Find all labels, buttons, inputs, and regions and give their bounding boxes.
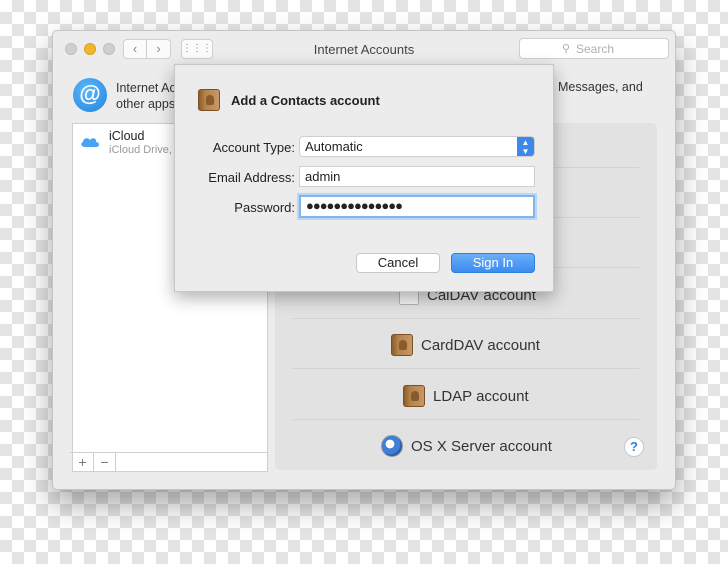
contacts-book-icon: [403, 385, 425, 407]
provider-osx-server[interactable]: OS X Server account: [275, 426, 657, 466]
search-icon: ⚲: [562, 43, 571, 55]
divider: [293, 419, 639, 420]
sheet-title: Add a Contacts account: [231, 93, 380, 108]
account-type-select[interactable]: Automatic ▲ ▼: [299, 136, 535, 157]
add-account-button[interactable]: +: [72, 453, 94, 472]
provider-carddav[interactable]: CardDAV account: [275, 325, 657, 365]
provider-ldap[interactable]: LDAP account: [275, 376, 657, 416]
provider-label: OS X Server account: [411, 437, 552, 455]
contacts-book-icon: [198, 89, 220, 111]
pane-description-line2: other apps: [116, 97, 176, 111]
email-field[interactable]: admin: [299, 166, 535, 187]
server-icon: [381, 435, 403, 457]
chevron-updown-icon: ▲ ▼: [517, 137, 534, 156]
search-field[interactable]: ⚲ Search: [519, 38, 669, 59]
account-name: iCloud: [109, 129, 145, 143]
pane-description-right: Messages, and: [558, 80, 643, 94]
password-field[interactable]: ●●●●●●●●●●●●●●: [299, 195, 535, 218]
cancel-button[interactable]: Cancel: [356, 253, 440, 273]
pane-description-line1: Internet Ac: [116, 81, 176, 95]
icloud-icon: [81, 138, 99, 147]
account-subtitle: iCloud Drive, ...: [109, 144, 185, 156]
provider-label: CardDAV account: [421, 336, 540, 354]
divider: [293, 368, 639, 369]
email-label: Email Address:: [208, 170, 295, 185]
provider-label: LDAP account: [433, 387, 529, 405]
pane-description: Internet Ac other apps: [116, 80, 176, 112]
remove-account-button[interactable]: −: [94, 453, 116, 472]
list-add-remove-bar: + −: [70, 452, 268, 472]
sign-in-button[interactable]: Sign In: [451, 253, 535, 273]
divider: [293, 318, 639, 319]
help-button[interactable]: ?: [624, 437, 644, 457]
account-type-value: Automatic: [305, 139, 363, 154]
title-bar: ‹ › ⋮⋮⋮ Internet Accounts ⚲ Search: [53, 31, 675, 67]
internet-accounts-at-icon: @: [73, 78, 107, 112]
search-placeholder: Search: [576, 42, 615, 56]
account-type-label: Account Type:: [212, 140, 295, 155]
contacts-book-icon: [391, 334, 413, 356]
add-contacts-account-sheet: Add a Contacts account Account Type: Aut…: [174, 64, 554, 292]
password-label: Password:: [234, 200, 295, 215]
